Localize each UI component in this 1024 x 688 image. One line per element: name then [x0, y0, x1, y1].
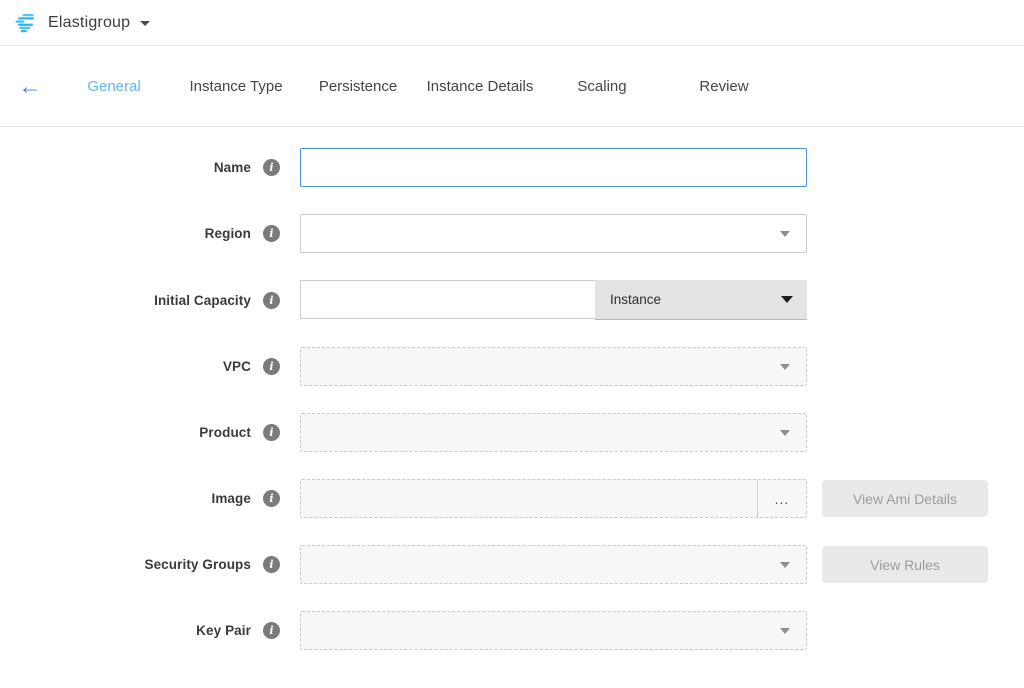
browse-image-button[interactable]: ...: [757, 480, 806, 517]
security-groups-field-cell: [300, 545, 807, 584]
name-field-cell: [300, 148, 807, 187]
elastigroup-app: Elastigroup ← General Instance Type Pers…: [0, 0, 1024, 650]
name-input[interactable]: [300, 148, 807, 187]
capacity-unit-select[interactable]: Instance: [595, 280, 807, 320]
image-field: ...: [300, 479, 807, 518]
info-icon[interactable]: i: [263, 490, 280, 507]
chevron-down-icon: [781, 296, 793, 303]
form-row-image: Image i ... View Ami Details: [0, 479, 1024, 518]
key-pair-field-cell: [300, 611, 807, 650]
chevron-down-icon[interactable]: [140, 21, 150, 26]
chevron-down-icon: [780, 231, 790, 237]
image-label-cell: Image i: [0, 490, 280, 507]
name-label-cell: Name i: [0, 159, 280, 176]
form-row-security-groups: Security Groups i View Rules: [0, 545, 1024, 584]
vpc-field-cell: [300, 347, 807, 386]
wizard-tab-bar: ← General Instance Type Persistence Inst…: [0, 46, 1024, 127]
security-groups-select: [300, 545, 807, 584]
info-icon[interactable]: i: [263, 556, 280, 573]
form-row-initial-capacity: Initial Capacity i Instance: [0, 280, 1024, 320]
image-field-cell: ...: [300, 479, 807, 518]
vpc-label: VPC: [223, 359, 251, 374]
tab-review[interactable]: Review: [663, 78, 785, 95]
key-pair-label-cell: Key Pair i: [0, 622, 280, 639]
info-icon[interactable]: i: [263, 358, 280, 375]
app-header: Elastigroup: [0, 0, 1024, 46]
arrow-left-icon[interactable]: ←: [17, 75, 43, 98]
app-title[interactable]: Elastigroup: [48, 14, 130, 32]
product-label: Product: [199, 425, 251, 440]
chevron-down-icon: [780, 562, 790, 568]
vpc-label-cell: VPC i: [0, 358, 280, 375]
info-icon[interactable]: i: [263, 424, 280, 441]
elastigroup-logo-icon: [14, 13, 38, 33]
info-icon[interactable]: i: [263, 622, 280, 639]
tab-general[interactable]: General: [53, 78, 175, 95]
region-label: Region: [205, 226, 251, 241]
capacity-unit-value: Instance: [610, 292, 661, 307]
region-label-cell: Region i: [0, 225, 280, 242]
form-row-key-pair: Key Pair i: [0, 611, 1024, 650]
security-groups-label: Security Groups: [144, 557, 251, 572]
chevron-down-icon: [780, 430, 790, 436]
tab-list: General Instance Type Persistence Instan…: [53, 78, 785, 95]
chevron-down-icon: [780, 628, 790, 634]
initial-capacity-label: Initial Capacity: [154, 293, 251, 308]
form-row-region: Region i: [0, 214, 1024, 253]
info-icon[interactable]: i: [263, 159, 280, 176]
view-rules-button[interactable]: View Rules: [822, 546, 988, 583]
form-row-product: Product i: [0, 413, 1024, 452]
tab-persistence[interactable]: Persistence: [297, 78, 419, 95]
initial-capacity-input[interactable]: [300, 280, 595, 319]
info-icon[interactable]: i: [263, 292, 280, 309]
key-pair-select: [300, 611, 807, 650]
product-select: [300, 413, 807, 452]
tab-instance-details[interactable]: Instance Details: [419, 78, 541, 95]
general-settings-form: Name i Region i Initial Capacit: [0, 127, 1024, 650]
name-label: Name: [214, 160, 251, 175]
region-select[interactable]: [300, 214, 807, 253]
tab-instance-type[interactable]: Instance Type: [175, 78, 297, 95]
key-pair-label: Key Pair: [196, 623, 251, 638]
initial-capacity-field-cell: Instance: [300, 280, 807, 320]
security-groups-label-cell: Security Groups i: [0, 556, 280, 573]
view-ami-details-button[interactable]: View Ami Details: [822, 480, 988, 517]
chevron-down-icon: [780, 364, 790, 370]
product-field-cell: [300, 413, 807, 452]
initial-capacity-group: Instance: [300, 280, 807, 320]
region-field-cell: [300, 214, 807, 253]
image-label: Image: [211, 491, 251, 506]
product-label-cell: Product i: [0, 424, 280, 441]
initial-capacity-label-cell: Initial Capacity i: [0, 292, 280, 309]
info-icon[interactable]: i: [263, 225, 280, 242]
form-row-vpc: VPC i: [0, 347, 1024, 386]
vpc-select: [300, 347, 807, 386]
form-row-name: Name i: [0, 148, 1024, 187]
tab-scaling[interactable]: Scaling: [541, 78, 663, 95]
